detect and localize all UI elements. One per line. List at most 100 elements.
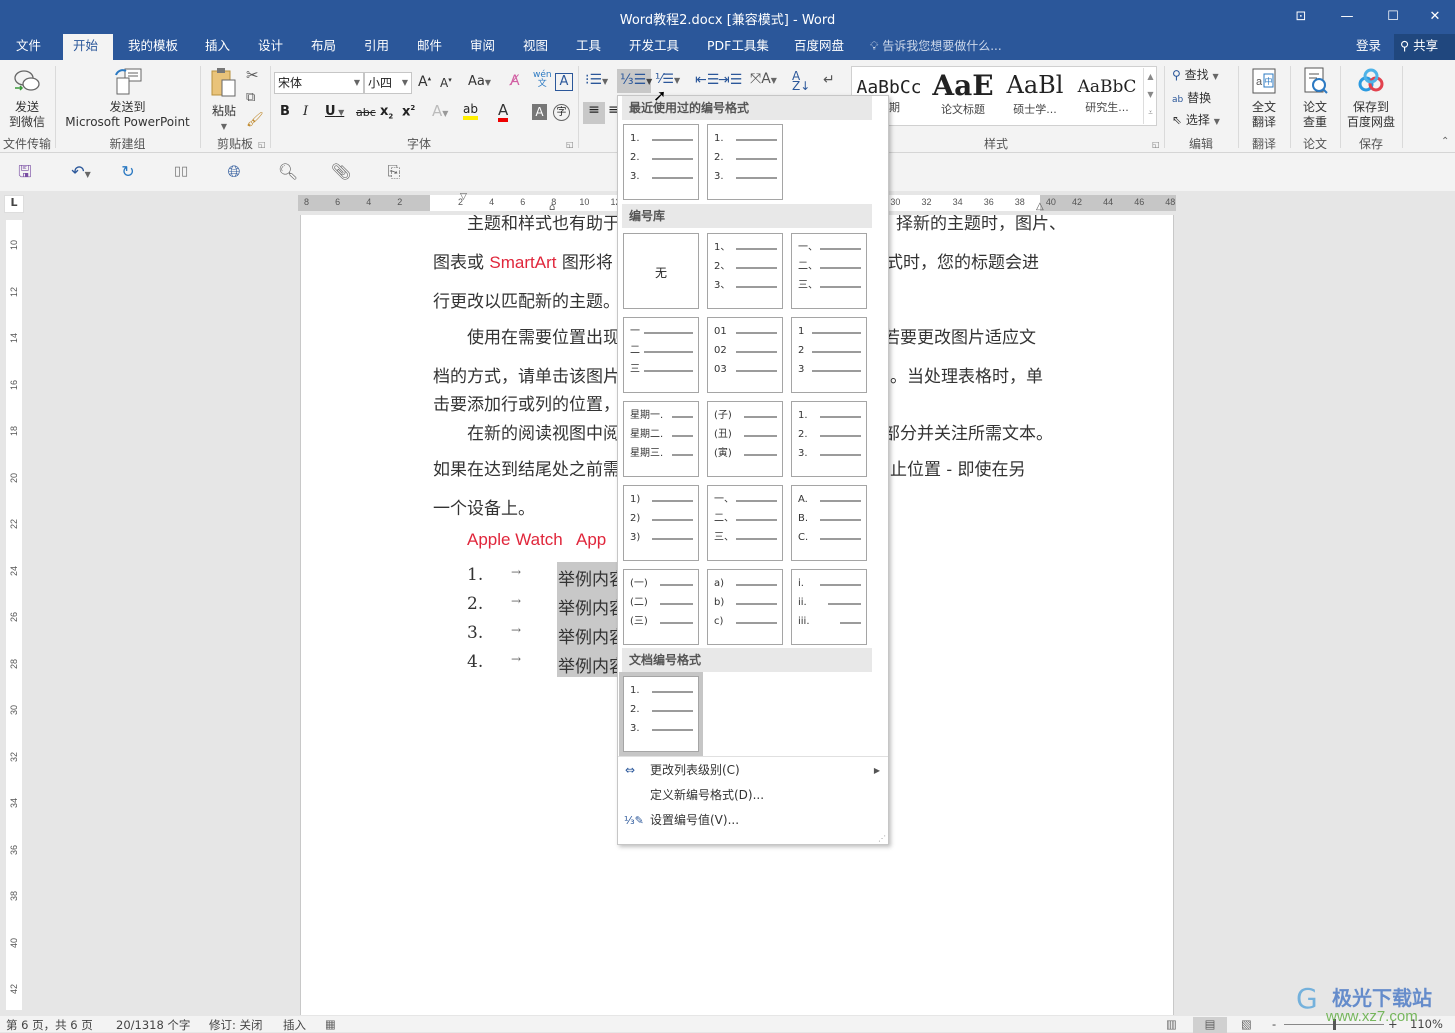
sort-button[interactable]: A Z↓ xyxy=(792,70,810,92)
character-shading-icon[interactable]: A xyxy=(532,104,547,120)
library-numbering-format[interactable]: 01 02 03 xyxy=(707,317,783,393)
login-button[interactable]: 登录 xyxy=(1356,34,1381,58)
library-numbering-format[interactable]: A. B. C. xyxy=(791,485,867,561)
chinese-layout-button[interactable]: ⤧A▼ xyxy=(750,71,777,87)
shrink-font-icon[interactable]: A▾ xyxy=(440,76,452,90)
library-numbering-format[interactable]: 一二三 xyxy=(623,317,699,393)
clear-formatting-icon[interactable]: A̸ xyxy=(510,73,520,89)
save-icon[interactable]: 🖫 xyxy=(14,162,36,182)
define-new-number-format-menu-item[interactable]: 定义新编号格式(D)... xyxy=(618,783,888,808)
superscript-button[interactable]: x2 xyxy=(402,104,415,119)
format-painter-icon[interactable]: 🖌︎ xyxy=(246,112,264,128)
library-numbering-format[interactable]: 1 2 3 xyxy=(791,317,867,393)
tab-developer[interactable]: 开发工具 xyxy=(619,34,689,60)
ribbon-display-options-button[interactable]: ⊡ xyxy=(1278,4,1324,30)
library-numbering-format[interactable]: (子) (丑) (寅) xyxy=(707,401,783,477)
send-to-wechat-button[interactable]: 发送 到微信 xyxy=(4,66,50,130)
show-hide-marks-button[interactable]: ↵ xyxy=(823,72,835,88)
library-numbering-format[interactable]: 1. 2. 3. xyxy=(791,401,867,477)
library-numbering-format[interactable]: 一、 二、 三、 xyxy=(707,485,783,561)
resize-grip-icon[interactable]: ⋰ xyxy=(878,834,886,843)
hanging-indent-marker[interactable]: ⌂ xyxy=(549,202,555,213)
recent-numbering-format[interactable]: 1. 2. 3. xyxy=(623,124,699,200)
first-line-indent-marker[interactable]: ▽ xyxy=(460,192,467,202)
tab-insert[interactable]: 插入 xyxy=(195,34,240,60)
tell-me-search[interactable]: 💡︎ 告诉我您想要做什么... xyxy=(870,34,1002,60)
track-changes-status[interactable]: 修订: 关闭 xyxy=(209,1017,263,1033)
align-left-button[interactable]: ≡ xyxy=(583,102,605,124)
font-launcher-icon[interactable]: ◱ xyxy=(566,140,574,149)
replace-button[interactable]: ab 替换 xyxy=(1172,89,1211,106)
tab-design[interactable]: 设计 xyxy=(248,34,293,60)
style-master-thesis[interactable]: AaBl 硕士学... xyxy=(1000,71,1070,117)
italic-button[interactable]: I xyxy=(303,104,308,119)
document-numbering-format[interactable]: 1. 2. 3. xyxy=(619,672,703,756)
tab-baidu-netdisk[interactable]: 百度网盘 xyxy=(784,34,854,60)
subscript-button[interactable]: x2 xyxy=(380,104,393,121)
library-numbering-format[interactable]: (一) (二) (三) xyxy=(623,569,699,645)
font-size-select[interactable]: 小四 ▼ xyxy=(364,72,412,94)
font-color-icon[interactable]: A xyxy=(498,102,509,122)
cut-icon[interactable]: ✂ xyxy=(246,66,259,84)
attach-icon[interactable]: 📎︎ xyxy=(330,162,352,182)
print-layout-icon[interactable]: ▤ xyxy=(1193,1017,1227,1033)
numbering-none-option[interactable]: 无 xyxy=(623,233,699,309)
read-mode-icon[interactable]: ▥ xyxy=(1166,1017,1177,1031)
select-button[interactable]: ⇖ 选择 ▼ xyxy=(1172,111,1220,128)
library-numbering-format[interactable]: 一、 二、 三、 xyxy=(791,233,867,309)
full-translate-button[interactable]: a中 全文 翻译 xyxy=(1243,66,1285,130)
redo-icon[interactable]: ↻ xyxy=(117,162,139,182)
zoom-out-button[interactable]: - xyxy=(1272,1017,1276,1031)
tab-selector[interactable]: L xyxy=(4,195,24,213)
tab-references[interactable]: 引用 xyxy=(354,34,399,60)
two-pages-icon[interactable]: ▯▯ xyxy=(170,162,192,182)
vertical-ruler[interactable]: 10 12 14 16 18 20 22 24 26 28 30 32 34 36 38 40 42 xyxy=(6,220,22,1010)
tab-home[interactable]: 开始 xyxy=(63,34,113,60)
web-layout-icon[interactable]: ▧ xyxy=(1241,1017,1252,1031)
character-border-icon[interactable]: A xyxy=(555,73,573,91)
bullets-button[interactable]: ⁝☰▼ xyxy=(585,72,608,88)
paste-dropdown-icon[interactable]: ▼ xyxy=(205,119,243,134)
clipboard-launcher-icon[interactable]: ◱ xyxy=(258,140,266,149)
bold-button[interactable]: B xyxy=(280,104,290,119)
minimize-button[interactable]: — xyxy=(1324,4,1370,30)
paste-button[interactable]: 粘贴 ▼ xyxy=(205,66,243,134)
phonetic-guide-icon[interactable]: wén 文 xyxy=(533,71,552,89)
document-structure-icon[interactable]: ⎘ xyxy=(383,162,405,182)
maximize-button[interactable]: ☐ xyxy=(1370,4,1416,30)
save-to-baidu-button[interactable]: 保存到 百度网盘 xyxy=(1344,66,1398,130)
macro-recording-icon[interactable]: ▦ xyxy=(325,1017,336,1031)
library-numbering-format[interactable]: 1、 2、 3、 xyxy=(707,233,783,309)
tab-review[interactable]: 审阅 xyxy=(460,34,505,60)
strikethrough-button[interactable]: abc xyxy=(356,106,376,119)
tab-layout[interactable]: 布局 xyxy=(301,34,346,60)
word-count[interactable]: 20/1318 个字 xyxy=(116,1017,190,1033)
multilevel-list-button[interactable]: ⅟☰▼ xyxy=(655,72,680,87)
close-button[interactable]: ✕ xyxy=(1412,4,1455,30)
page-count[interactable]: 第 6 页，共 6 页 xyxy=(6,1017,93,1033)
tab-mailings[interactable]: 邮件 xyxy=(407,34,452,60)
print-preview-icon[interactable]: 🔍︎ xyxy=(277,162,299,182)
collapse-ribbon-icon[interactable]: ⌃ xyxy=(1441,136,1449,147)
change-list-level-menu-item[interactable]: ⇔ 更改列表级别(C) ▶ xyxy=(618,758,888,783)
copy-icon[interactable]: ⧉ xyxy=(246,90,255,105)
style-paper-title[interactable]: AaE 论文标题 xyxy=(928,69,998,117)
recent-numbering-format[interactable]: 1. 2. 3. xyxy=(707,124,783,200)
library-numbering-format[interactable]: i. ii. iii. xyxy=(791,569,867,645)
tab-tools[interactable]: 工具 xyxy=(566,34,611,60)
numbering-button[interactable]: ⅓☰▼ xyxy=(617,69,652,93)
styles-scroll[interactable]: ▲ ▼ ⩡ xyxy=(1143,68,1157,124)
tab-file[interactable]: 文件 xyxy=(6,34,51,60)
insert-mode-status[interactable]: 插入 xyxy=(283,1017,306,1033)
change-case-icon[interactable]: Aa▼ xyxy=(468,74,491,89)
tab-pdf-tools[interactable]: PDF工具集 xyxy=(697,34,779,60)
send-to-powerpoint-button[interactable]: 发送到 Microsoft PowerPoint xyxy=(60,66,195,130)
style-graduate[interactable]: AaBbC 研究生... xyxy=(1072,77,1142,115)
styles-launcher-icon[interactable]: ◱ xyxy=(1152,140,1160,149)
tab-my-templates[interactable]: 我的模板 xyxy=(118,34,188,60)
grow-font-icon[interactable]: A▴ xyxy=(418,74,431,90)
tab-view[interactable]: 视图 xyxy=(513,34,558,60)
library-numbering-format[interactable]: 1) 2) 3) xyxy=(623,485,699,561)
text-effects-icon[interactable]: A▼ xyxy=(432,102,448,120)
library-numbering-format[interactable]: a) b) c) xyxy=(707,569,783,645)
